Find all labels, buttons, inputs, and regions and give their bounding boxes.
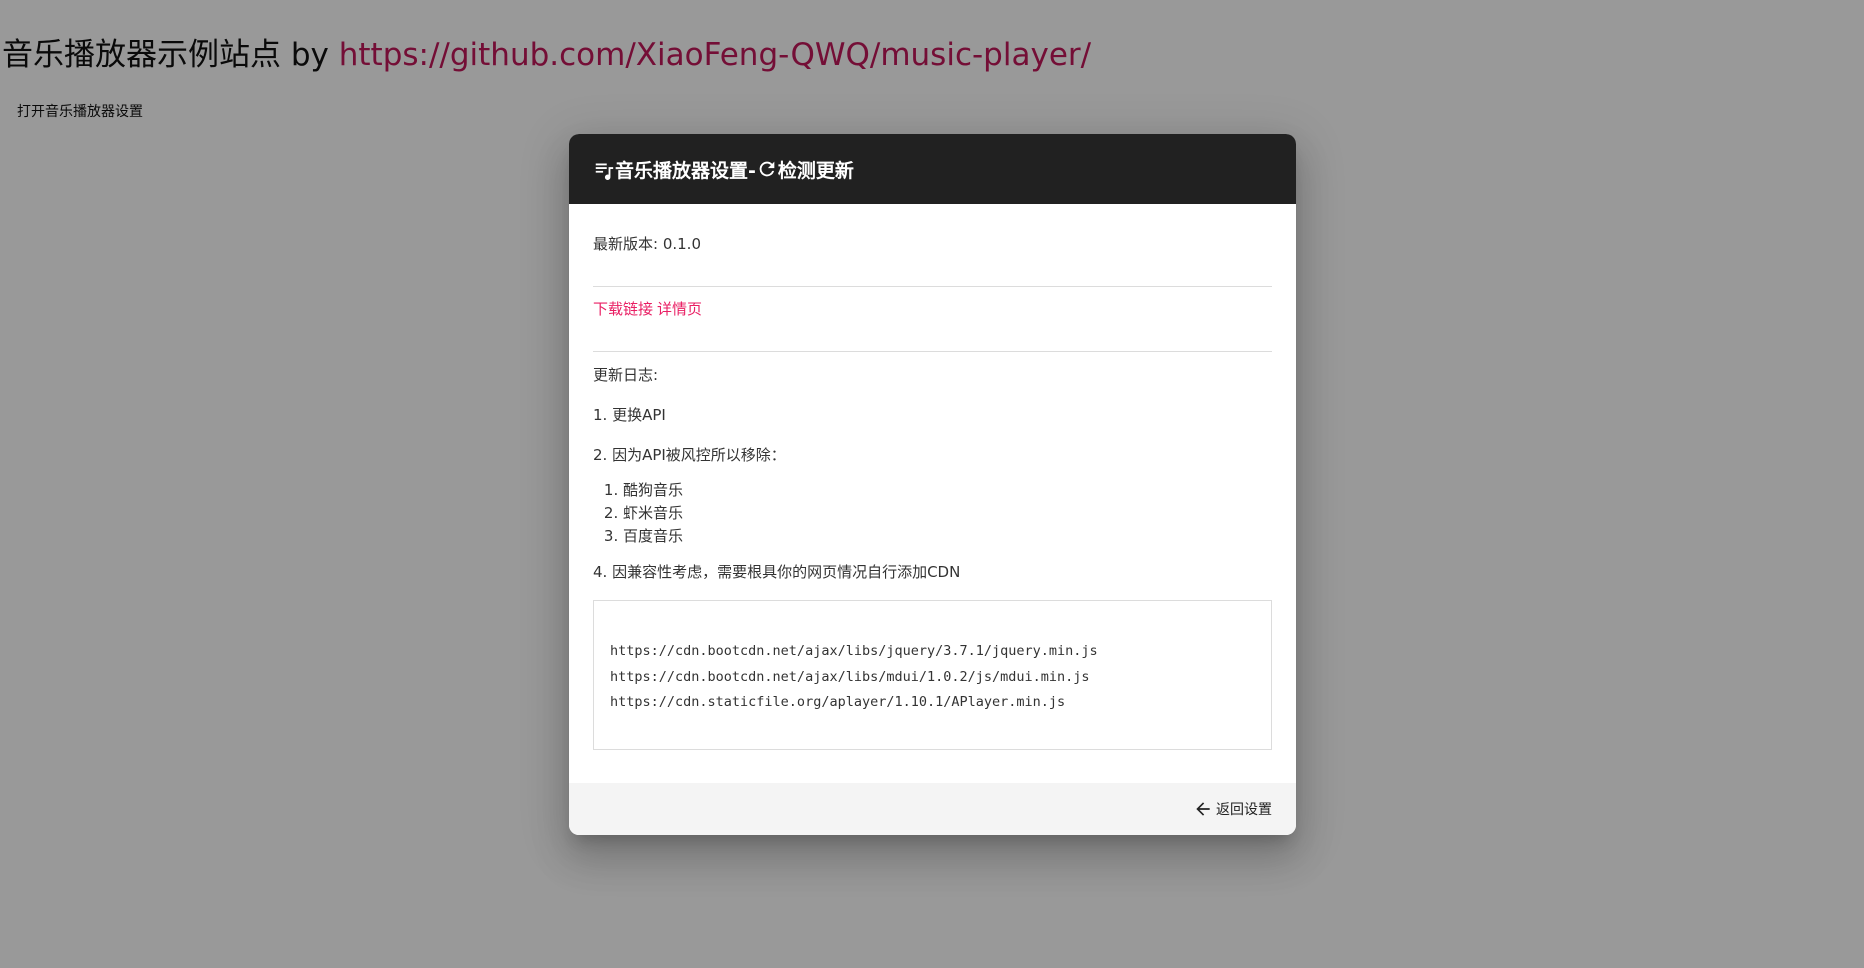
dialog-title-part1: 音乐播放器设置- (615, 159, 756, 182)
back-to-settings-button[interactable]: 返回设置 (1193, 799, 1272, 819)
latest-version-label: 最新版本: (593, 235, 663, 253)
dialog-header: 音乐播放器设置- 检测更新 (569, 134, 1296, 204)
list-item: 虾米音乐 (623, 502, 1272, 525)
changelog: 更新日志: 1. 更换API 2. 因为API被风控所以移除： 酷狗音乐 虾米音… (593, 352, 1272, 582)
changelog-title: 更新日志: (593, 366, 659, 384)
cdn-url: https://cdn.bootcdn.net/ajax/libs/jquery… (610, 643, 1098, 659)
links-row: 下载链接 详情页 (593, 287, 1272, 351)
settings-dialog: 音乐播放器设置- 检测更新 最新版本: 0.1.0 下载链接 详情页 更新日志: … (569, 134, 1296, 835)
cdn-url: https://cdn.staticfile.org/aplayer/1.10.… (610, 694, 1066, 710)
arrow-left-icon (1193, 799, 1213, 819)
latest-version-value: 0.1.0 (662, 235, 701, 253)
cdn-code-block: https://cdn.bootcdn.net/ajax/libs/jquery… (593, 600, 1272, 750)
dialog-footer: 返回设置 (569, 783, 1296, 835)
download-link[interactable]: 下载链接 (593, 300, 653, 318)
removed-sources-list: 酷狗音乐 虾米音乐 百度音乐 (593, 479, 1272, 548)
refresh-icon (756, 158, 778, 180)
dialog-body: 最新版本: 0.1.0 下载链接 详情页 更新日志: 1. 更换API 2. 因为… (569, 204, 1296, 783)
latest-version: 最新版本: 0.1.0 (593, 204, 1272, 254)
detail-page-link[interactable]: 详情页 (657, 300, 702, 318)
back-to-settings-label: 返回设置 (1216, 802, 1272, 818)
list-item: 酷狗音乐 (623, 479, 1272, 502)
changelog-item-1: 1. 更换API (593, 406, 666, 424)
list-item: 百度音乐 (623, 525, 1272, 548)
cdn-url: https://cdn.bootcdn.net/ajax/libs/mdui/1… (610, 668, 1090, 685)
changelog-item-4: 4. 因兼容性考虑，需要根具你的网页情况自行添加CDN (593, 563, 961, 581)
playlist-music-icon (593, 158, 615, 180)
changelog-item-2: 2. 因为API被风控所以移除： (593, 446, 786, 464)
dialog-title-part2: 检测更新 (777, 159, 854, 182)
